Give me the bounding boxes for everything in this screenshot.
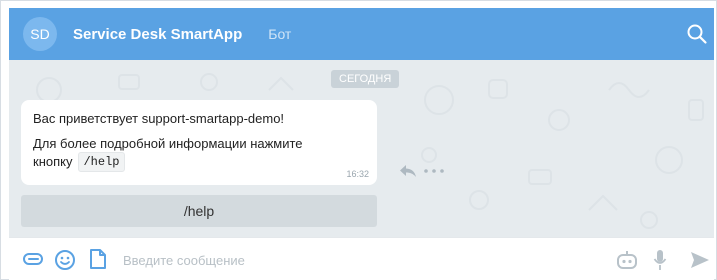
emoji-icon[interactable] <box>54 249 76 271</box>
message-input[interactable] <box>123 248 583 272</box>
help-keyboard-button[interactable]: /help <box>21 195 377 227</box>
microphone-icon[interactable] <box>653 248 667 272</box>
send-icon[interactable] <box>689 250 711 270</box>
chat-subtitle: Бот <box>268 26 292 42</box>
reply-arrow-icon[interactable] <box>399 164 417 178</box>
attach-icon[interactable] <box>23 252 43 266</box>
message-text-prefix: кнопку <box>33 154 73 169</box>
search-icon[interactable] <box>686 23 708 45</box>
avatar[interactable]: SD <box>23 17 57 51</box>
more-dots-icon[interactable] <box>423 168 445 174</box>
message-time: 16:32 <box>346 169 369 179</box>
message-text-cont: кнопку /help <box>33 152 363 172</box>
composer <box>9 237 714 280</box>
chat-header: SD Service Desk SmartApp Бот <box>9 8 714 60</box>
message-text: Для более подробной информации нажмите <box>33 136 303 151</box>
command-code: /help <box>78 152 125 172</box>
file-icon[interactable] <box>89 248 107 270</box>
message-bubble[interactable]: Вас приветствует support-smartapp-demo! … <box>21 100 377 185</box>
chat-area[interactable]: СЕГОДНЯ Вас приветствует support-smartap… <box>9 60 714 237</box>
messenger-window: SD Service Desk SmartApp Бот СЕГОДНЯ Вас… <box>0 0 717 280</box>
chat-title[interactable]: Service Desk SmartApp <box>73 26 242 43</box>
message-greeting: Вас приветствует support-smartapp-demo! <box>33 111 285 126</box>
bot-icon[interactable] <box>615 249 639 271</box>
date-separator: СЕГОДНЯ <box>331 70 400 88</box>
